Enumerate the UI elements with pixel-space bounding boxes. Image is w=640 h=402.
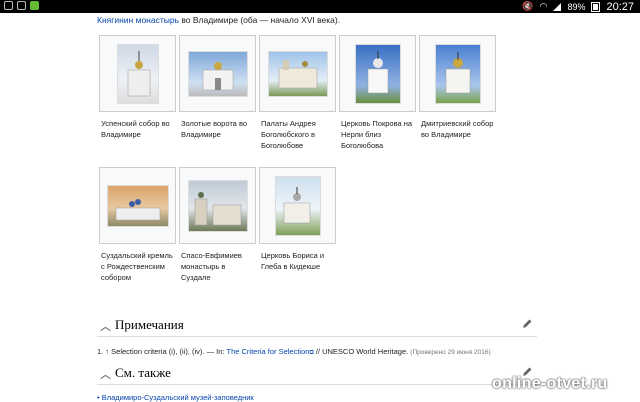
gallery-caption: Церковь Бориса и Глеба в Кидекше — [261, 251, 325, 271]
gallery-caption: Спасо-Евфимиев монастырь в Суздале — [181, 251, 242, 282]
dmitrievsky-image — [434, 43, 481, 104]
battery-percent: 89% — [567, 1, 586, 12]
see-also-section-header[interactable]: ︿ См. также — [97, 364, 537, 385]
criteria-link[interactable]: The Criteria for Selection — [226, 347, 309, 356]
section-title: Примечания — [115, 317, 184, 332]
app-icon — [30, 1, 39, 10]
gallery-item[interactable]: Дмитриевский собор во Владимире — [419, 35, 496, 140]
gallery-item[interactable]: Успенский собор во Владимире — [99, 35, 176, 140]
palace-image — [267, 50, 328, 97]
kremlin-image — [106, 184, 169, 227]
battery-icon — [591, 1, 601, 12]
nerl-church-image — [354, 43, 401, 104]
clock: 20:27 — [606, 0, 634, 13]
edit-pencil-icon[interactable] — [521, 318, 533, 330]
gallery-item[interactable]: Золотые ворота во Владимире — [179, 35, 256, 140]
watermark: online-otvet.ru — [492, 375, 608, 392]
notes-section-header[interactable]: ︿ Примечания — [97, 316, 537, 337]
checked-date: (Проверено 29 июня 2016) — [410, 349, 491, 356]
cathedral-image — [116, 43, 159, 104]
gallery-caption: Суздальский кремль с Рождественским собо… — [101, 251, 173, 282]
wifi-icon: ◠ — [539, 1, 548, 11]
section-title: См. также — [115, 365, 171, 380]
monastery-link[interactable]: Княгинин монастырь — [97, 15, 179, 25]
intro-text: Княгинин монастырь во Владимире (оба — н… — [97, 15, 341, 25]
kideksha-church-image — [274, 175, 321, 236]
gallery-caption: Успенский собор во Владимире — [101, 119, 170, 139]
monastery-image — [187, 179, 248, 232]
note-item: 1. ↑ Selection criteria (i), (ii), (iv).… — [97, 347, 491, 356]
check-icon — [17, 1, 26, 10]
gallery-caption: Палаты Андрея Боголюбского в Боголюбове — [261, 119, 316, 150]
gallery-item[interactable]: Церковь Покрова на Нерли близ Боголюбова — [339, 35, 416, 151]
gallery-item[interactable]: Спасо-Евфимиев монастырь в Суздале — [179, 167, 256, 283]
museum-link[interactable]: • Владимиро-Суздальский музей-заповедник — [97, 393, 254, 402]
golden-gate-image — [187, 50, 248, 97]
signal-icon — [553, 2, 562, 11]
gallery-caption: Дмитриевский собор во Владимире — [421, 119, 494, 139]
chevron-up-icon: ︿ — [100, 321, 111, 333]
gallery-caption: Церковь Покрова на Нерли близ Боголюбова — [341, 119, 413, 150]
gallery-caption: Золотые ворота во Владимире — [181, 119, 248, 139]
mute-icon: 🔇 — [522, 1, 534, 11]
gallery-item[interactable]: Суздальский кремль с Рождественским собо… — [99, 167, 176, 283]
gallery-item[interactable]: Палаты Андрея Боголюбского в Боголюбове — [259, 35, 336, 151]
chevron-up-icon: ︿ — [100, 369, 111, 381]
notification-icon — [4, 1, 13, 10]
gallery-item[interactable]: Церковь Бориса и Глеба в Кидекше — [259, 167, 336, 272]
status-bar: 🔇 ◠ 89% 20:27 — [0, 0, 640, 13]
